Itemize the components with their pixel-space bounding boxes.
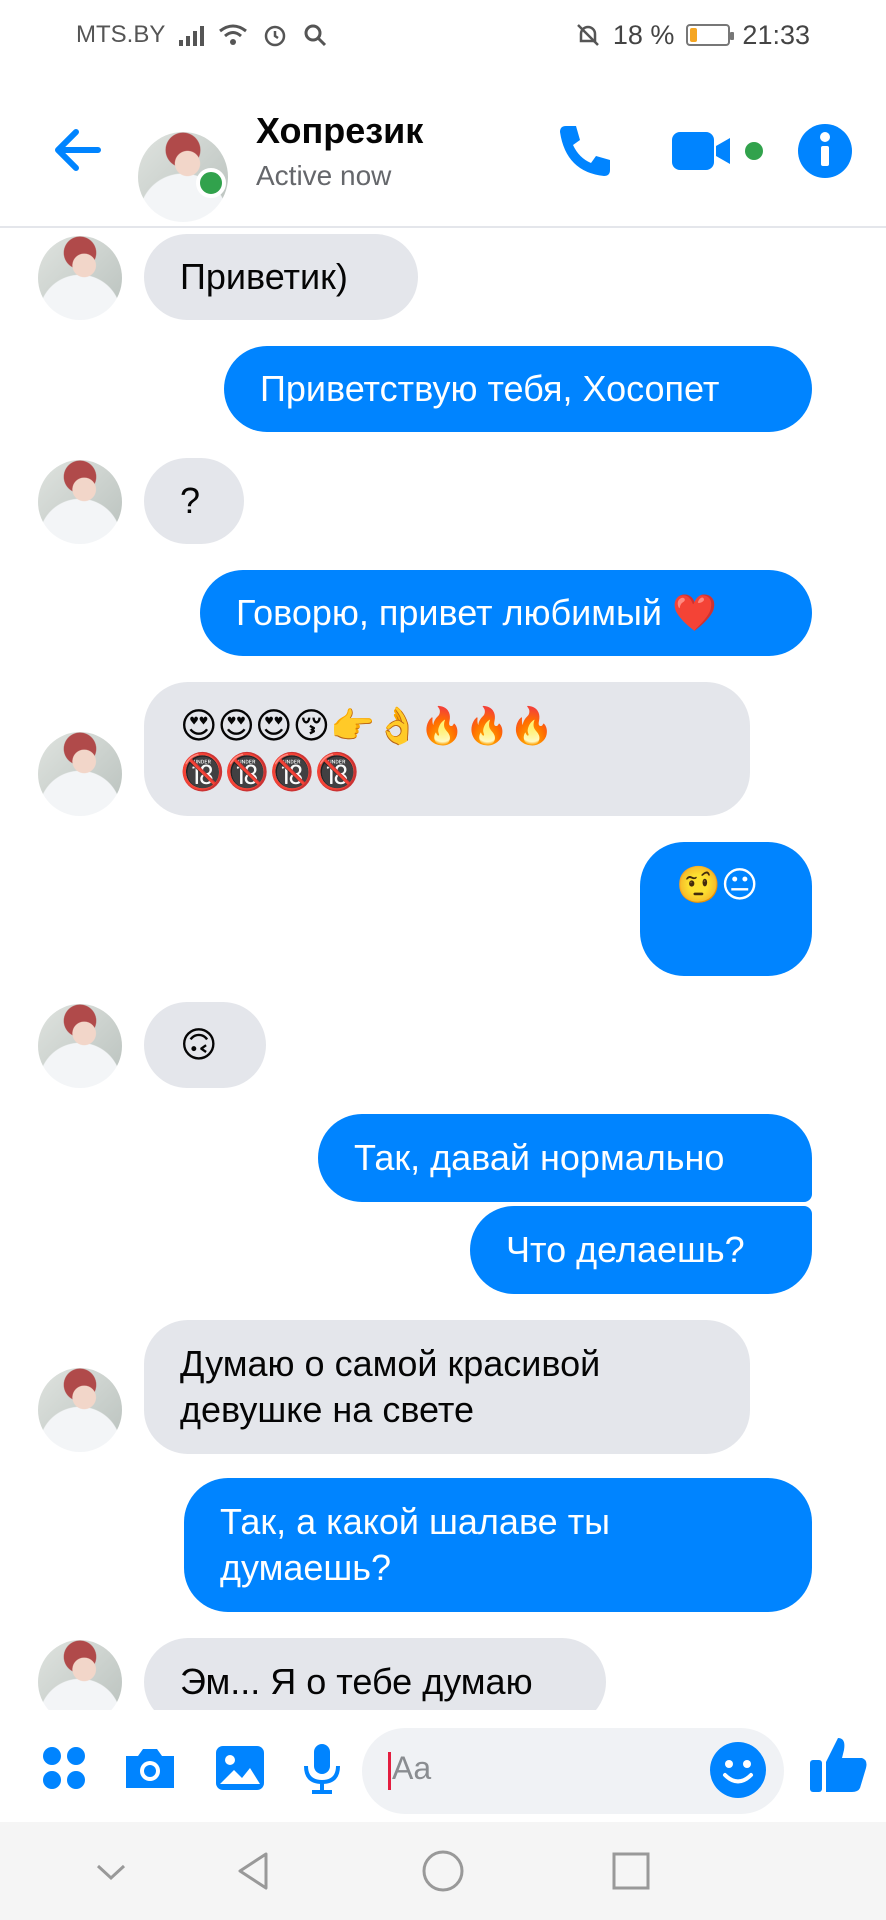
emoji-icon[interactable] (708, 1740, 768, 1800)
message-text-line: 🔞🔞🔞🔞 (180, 751, 360, 792)
message-input[interactable]: Aa (362, 1728, 784, 1814)
message-text-line: Думаю о самой красивой (180, 1343, 601, 1384)
message-avatar[interactable] (38, 1368, 122, 1452)
message-avatar[interactable] (38, 236, 122, 320)
apps-icon[interactable] (34, 1738, 94, 1798)
message-bubble-incoming[interactable]: 🙃 (144, 1002, 266, 1088)
message-bubble-outgoing[interactable]: Приветствую тебя, Хосопет (224, 346, 812, 432)
clock: 21:33 (742, 19, 810, 50)
gallery-icon[interactable] (210, 1738, 270, 1798)
status-bar: MTS.BY 18 % 21:33 (0, 0, 886, 70)
message-text: ? (180, 480, 201, 521)
signal-icon (179, 24, 205, 46)
message-text: Приветик) (180, 256, 348, 297)
search-icon (304, 24, 327, 47)
message-bubble-outgoing[interactable]: Что делаешь? (470, 1206, 812, 1294)
message-list[interactable]: Приветик) Приветствую тебя, Хосопет ? Го… (0, 230, 886, 1710)
message-avatar[interactable] (38, 1640, 122, 1710)
carrier-label: MTS.BY (76, 21, 166, 48)
message-avatar[interactable] (38, 732, 122, 816)
back-arrow-icon[interactable] (48, 122, 104, 178)
online-indicator (196, 168, 226, 198)
message-text: Что делаешь? (506, 1229, 745, 1270)
alarm-icon (265, 25, 286, 47)
heart-emoji: ❤️ (672, 592, 717, 633)
home-circle-icon[interactable] (418, 1846, 468, 1896)
message-bubble-outgoing[interactable]: Так, а какой шалаве ты думаешь? (184, 1478, 812, 1612)
battery-percent: 18 % (612, 19, 675, 50)
message-bubble-incoming[interactable]: 😍😍😍😚👉👌🔥🔥🔥 🔞🔞🔞🔞 (144, 682, 750, 816)
message-text-line: девушке на свете (180, 1389, 474, 1430)
contact-name[interactable]: Хопрезик (256, 110, 423, 152)
message-bubble-outgoing[interactable]: 🤨😐 (640, 842, 812, 976)
camera-icon[interactable] (120, 1738, 180, 1798)
message-text-line: думаешь? (220, 1547, 392, 1588)
message-bubble-incoming[interactable]: ? (144, 458, 244, 544)
message-text-line: Так, а какой шалаве ты (220, 1501, 611, 1542)
system-navigation-bar (0, 1822, 886, 1920)
message-bubble-incoming[interactable]: Эм... Я о тебе думаю (144, 1638, 606, 1710)
message-avatar[interactable] (38, 460, 122, 544)
message-avatar[interactable] (38, 1004, 122, 1088)
message-input-placeholder: Aa (392, 1750, 432, 1786)
phone-call-icon[interactable] (552, 118, 618, 184)
text-caret (388, 1752, 391, 1790)
message-bubble-outgoing[interactable]: Говорю, привет любимый ❤️ (200, 570, 812, 656)
back-triangle-icon[interactable] (228, 1846, 278, 1896)
message-text: Так, давай нормально (354, 1137, 725, 1178)
video-call-icon[interactable] (668, 118, 768, 184)
message-text: Эм... Я о тебе думаю (180, 1661, 533, 1702)
thumbs-up-icon[interactable] (806, 1732, 870, 1796)
message-bubble-incoming[interactable]: Думаю о самой красивой девушке на свете (144, 1320, 750, 1454)
recents-square-icon[interactable] (606, 1846, 656, 1896)
chevron-down-icon[interactable] (86, 1846, 136, 1896)
presence-status: Active now (256, 160, 392, 191)
message-text: Говорю, привет любимый (236, 592, 663, 633)
message-text-line: 😍😍😍😚👉👌🔥🔥🔥 (180, 705, 555, 746)
message-bubble-incoming[interactable]: Приветик) (144, 234, 418, 320)
message-text: Приветствую тебя, Хосопет (260, 368, 720, 409)
info-icon[interactable] (792, 118, 858, 184)
message-text: 🤨😐 (676, 864, 759, 905)
message-text: 🙃 (180, 1024, 218, 1065)
message-composer: Aa (0, 1712, 886, 1822)
bell-off-icon (576, 24, 599, 46)
message-bubble-outgoing[interactable]: Так, давай нормально (318, 1114, 812, 1202)
conversation-header: Хопрезик Active now (0, 80, 886, 228)
microphone-icon[interactable] (292, 1738, 352, 1798)
wifi-icon (219, 24, 248, 45)
battery-icon (686, 24, 735, 46)
